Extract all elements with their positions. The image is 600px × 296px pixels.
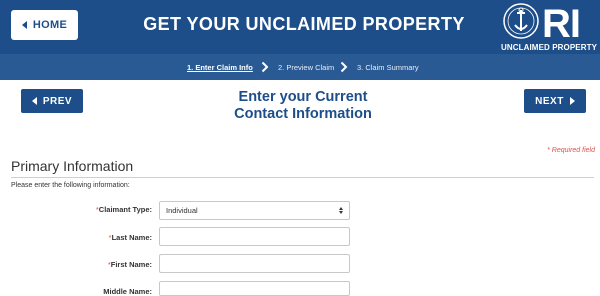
section-title: Primary Information [11, 158, 134, 174]
required-field-note: * Required field [547, 147, 595, 154]
step-claim-summary[interactable]: 3. Claim Summary [357, 63, 419, 72]
step-preview-claim[interactable]: 2. Preview Claim [278, 63, 334, 72]
progress-steps: 1. Enter Claim Info 2. Preview Claim 3. … [0, 54, 600, 80]
state-seal-icon [503, 3, 539, 39]
site-header: HOME GET YOUR UNCLAIMED PROPERTY RI UNCL… [0, 0, 600, 54]
middle-name-label: Middle Name: [60, 287, 152, 296]
chevron-right-icon [261, 61, 269, 73]
page-title: Enter your Current Contact Information [200, 89, 406, 123]
last-name-input[interactable] [159, 227, 350, 246]
section-divider [11, 177, 594, 178]
last-name-label-text: Last Name: [111, 233, 152, 242]
claimant-type-value: Individual [166, 206, 198, 215]
middle-name-label-text: Middle Name: [103, 287, 152, 296]
middle-name-input[interactable] [159, 281, 350, 296]
first-name-label-text: First Name: [110, 260, 152, 269]
claimant-type-label: *Claimant Type: [60, 205, 152, 214]
chevron-right-icon [340, 61, 348, 73]
prev-button-label: PREV [42, 95, 73, 107]
logo-caption: UNCLAIMED PROPERTY [500, 43, 598, 52]
page-title-line-2: Contact Information [234, 106, 372, 122]
first-name-label: *First Name: [60, 260, 152, 269]
page-title-line-1: Enter your Current [238, 89, 368, 105]
form-instructions: Please enter the following information: [11, 182, 130, 189]
first-name-input[interactable] [159, 254, 350, 273]
prev-button[interactable]: PREV [21, 89, 83, 113]
next-button-label: NEXT [535, 95, 564, 107]
next-button[interactable]: NEXT [524, 89, 586, 113]
select-arrows-icon [339, 207, 343, 214]
caret-right-icon [569, 97, 575, 105]
step-enter-claim-info[interactable]: 1. Enter Claim Info [187, 63, 253, 72]
last-name-label: *Last Name: [60, 233, 152, 242]
claimant-type-label-text: Claimant Type: [98, 205, 152, 214]
caret-left-icon [31, 97, 37, 105]
logo-letters: RI [542, 2, 580, 46]
claimant-type-select[interactable]: Individual [159, 201, 350, 220]
